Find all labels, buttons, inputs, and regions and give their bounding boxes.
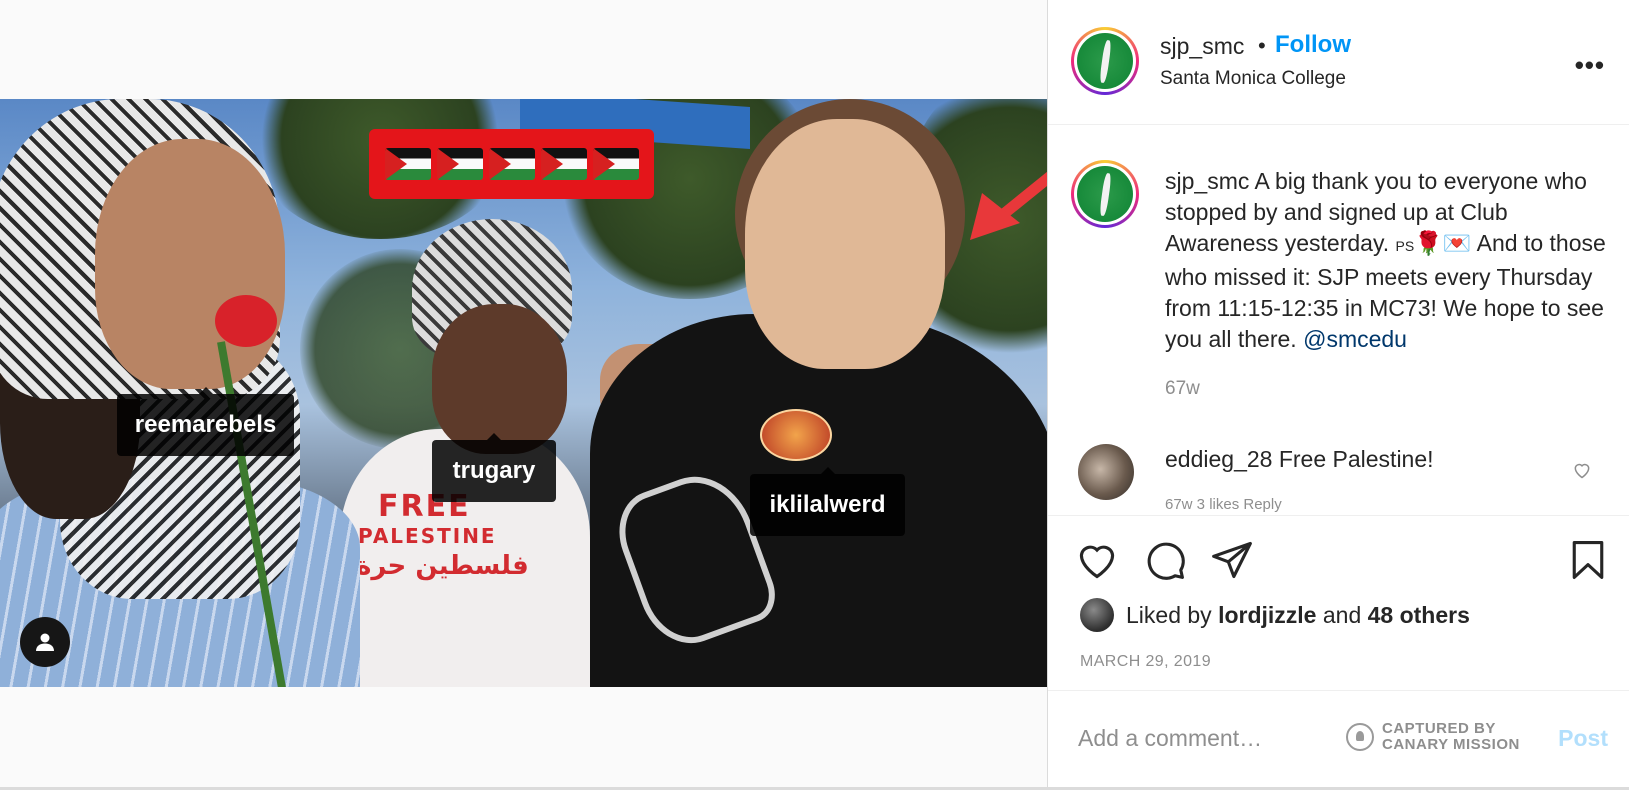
caption-ps: PS bbox=[1395, 238, 1415, 254]
likes-middle: and bbox=[1322, 601, 1362, 628]
post-header: sjp_smc • Follow Santa Monica College ••… bbox=[1048, 0, 1629, 125]
post-side-panel: sjp_smc • Follow Santa Monica College ••… bbox=[1047, 0, 1629, 790]
palestine-flag-icon bbox=[592, 148, 639, 180]
sjp-logo-icon bbox=[1077, 33, 1133, 89]
post-location[interactable]: Santa Monica College bbox=[1160, 68, 1346, 90]
canary-mission-watermark: CAPTURED BY CANARY MISSION bbox=[1346, 721, 1520, 753]
caption-timestamp[interactable]: 67w bbox=[1165, 378, 1200, 400]
instagram-post-view: FREE PALESTINE فلسطين حرة reemarebels tr… bbox=[0, 0, 1629, 790]
user-tag-label: iklilalwerd bbox=[769, 491, 886, 518]
author-username[interactable]: sjp_smc bbox=[1160, 33, 1244, 60]
comment-text: Free Palestine! bbox=[1272, 446, 1434, 472]
follow-button[interactable]: Follow bbox=[1275, 31, 1351, 59]
shirt-text-arabic: فلسطين حرة bbox=[356, 551, 529, 581]
user-tag-iklilalwerd[interactable]: iklilalwerd bbox=[750, 467, 905, 536]
caption-author-avatar[interactable] bbox=[1071, 160, 1139, 228]
watermark-line-1: CAPTURED BY bbox=[1382, 720, 1496, 737]
commenter-avatar[interactable] bbox=[1078, 444, 1134, 500]
canary-logo-icon bbox=[1346, 723, 1374, 751]
post-date[interactable]: MARCH 29, 2019 bbox=[1080, 653, 1211, 671]
comment: eddieg_28 Free Palestine! bbox=[1165, 446, 1434, 473]
shirt-text-palestine: PALESTINE bbox=[358, 524, 497, 548]
palestine-flag-icon bbox=[436, 148, 483, 180]
photo-column: FREE PALESTINE فلسطين حرة reemarebels tr… bbox=[0, 0, 1047, 790]
post-caption: sjp_smc A big thank you to everyone who … bbox=[1165, 166, 1615, 355]
person-3-face bbox=[745, 119, 945, 369]
palestine-flag-icon bbox=[488, 148, 535, 180]
post-actions: Liked by lordjizzle and 48 others MARCH … bbox=[1048, 515, 1629, 690]
comment-like-heart-icon[interactable] bbox=[1572, 460, 1592, 480]
comment-bubble-icon[interactable] bbox=[1143, 538, 1187, 582]
likes-summary: Liked by lordjizzle and 48 others bbox=[1080, 598, 1470, 632]
user-tag-reemarebels[interactable]: reemarebels bbox=[117, 387, 294, 456]
user-tag-label: reemarebels bbox=[134, 411, 277, 438]
likes-others-link[interactable]: 48 others bbox=[1368, 602, 1470, 629]
separator-dot: • bbox=[1258, 33, 1266, 58]
comment-meta: 67w 3 likes Reply bbox=[1165, 496, 1282, 513]
add-comment-input[interactable]: Add a comment… bbox=[1078, 725, 1262, 752]
sjp-logo-icon bbox=[1077, 166, 1133, 222]
palestine-flag-icon bbox=[540, 148, 587, 180]
shirt-pin-badge bbox=[760, 409, 832, 461]
caption-username[interactable]: sjp_smc bbox=[1165, 168, 1249, 194]
user-tag-label: trugary bbox=[452, 457, 536, 484]
post-photo[interactable]: FREE PALESTINE فلسطين حرة reemarebels tr… bbox=[0, 99, 1047, 687]
watermark-line-2: CANARY MISSION bbox=[1382, 736, 1520, 753]
person-2-face bbox=[432, 304, 567, 454]
red-carnation bbox=[215, 295, 277, 347]
comment-username[interactable]: eddieg_28 bbox=[1165, 446, 1272, 472]
bookmark-save-icon[interactable] bbox=[1566, 538, 1610, 582]
caption-mention-link[interactable]: @smcedu bbox=[1303, 326, 1407, 352]
flag-annotation bbox=[369, 129, 654, 199]
caption-emoji: 🌹💌 bbox=[1414, 230, 1472, 256]
author-avatar[interactable] bbox=[1071, 27, 1139, 95]
add-comment-row: Add a comment… CAPTURED BY CANARY MISSIO… bbox=[1048, 690, 1629, 790]
liker-username[interactable]: lordjizzle bbox=[1218, 602, 1316, 629]
user-tag-trugary[interactable]: trugary bbox=[432, 433, 556, 502]
more-options-icon[interactable]: ••• bbox=[1575, 50, 1605, 81]
like-heart-icon[interactable] bbox=[1075, 538, 1119, 582]
person-1-face bbox=[95, 139, 285, 389]
liker-avatar[interactable] bbox=[1080, 598, 1114, 632]
post-comment-button[interactable]: Post bbox=[1558, 725, 1608, 752]
comments-section[interactable]: sjp_smc A big thank you to everyone who … bbox=[1048, 126, 1629, 516]
likes-prefix: Liked by bbox=[1126, 601, 1212, 628]
tagged-users-button[interactable] bbox=[20, 617, 70, 667]
person-icon bbox=[36, 633, 54, 651]
share-send-icon[interactable] bbox=[1210, 538, 1254, 582]
palestine-flag-icon bbox=[384, 148, 431, 180]
